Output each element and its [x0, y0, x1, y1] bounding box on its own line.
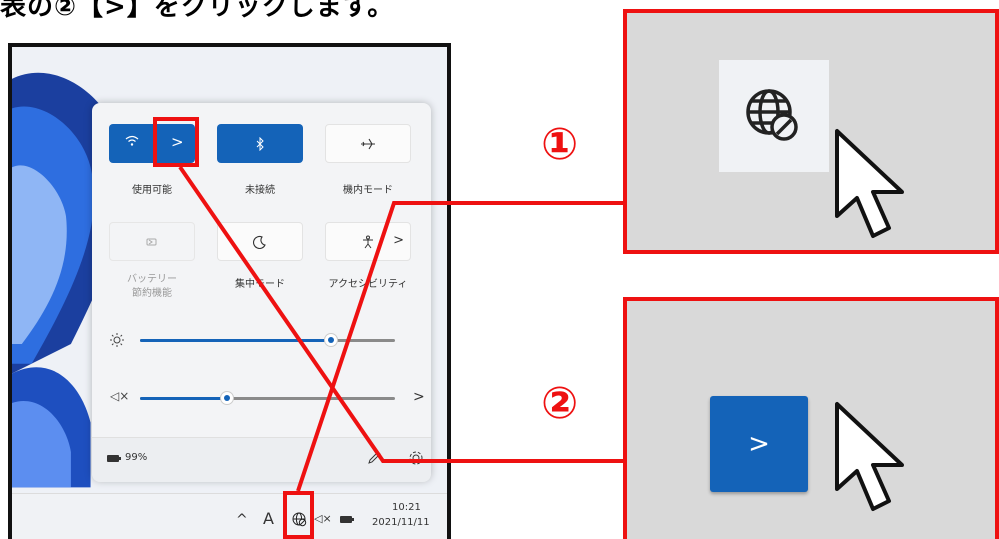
callout-number-one: ①	[541, 119, 579, 170]
zoom-box-expand-button: >	[623, 297, 999, 539]
globe-blocked-icon	[746, 89, 798, 141]
mouse-cursor-icon	[835, 402, 904, 511]
zoomed-expand-button: >	[710, 396, 808, 492]
zoom-box-network-icon	[623, 9, 999, 254]
mouse-cursor-icon	[835, 129, 904, 238]
callout-number-two: ②	[541, 378, 579, 429]
